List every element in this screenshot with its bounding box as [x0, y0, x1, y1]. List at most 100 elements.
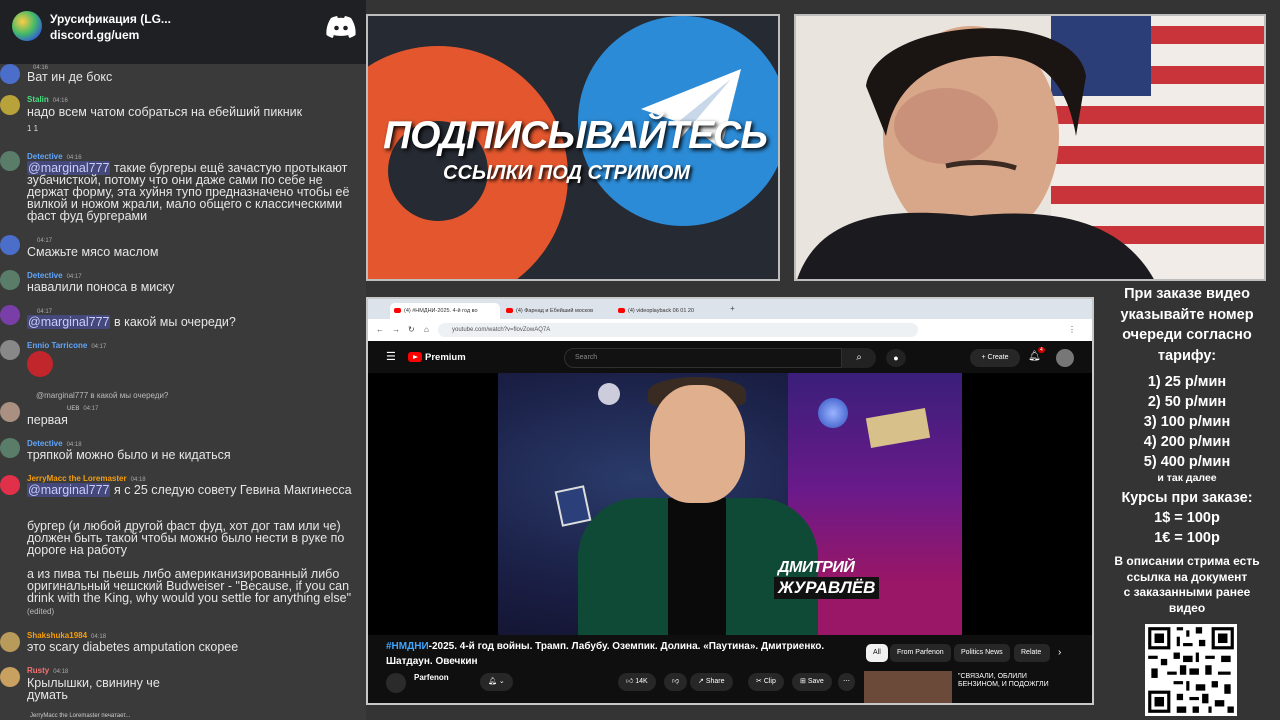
channel-avatar[interactable]	[386, 673, 406, 693]
avatar[interactable]	[0, 667, 20, 687]
hashtag-link[interactable]: #НМДНИ	[386, 641, 429, 652]
chevron-right-icon[interactable]: ›	[1058, 647, 1061, 658]
price-etc: и так далее	[1157, 472, 1217, 484]
username[interactable]: Detective 04:18	[27, 439, 82, 448]
webcam-feed	[794, 14, 1266, 281]
chip-all[interactable]: All	[866, 644, 888, 662]
search-icon[interactable]: ⌕	[842, 348, 876, 368]
message-text: @marginal777 я с 25 следую совету Гевина…	[27, 483, 365, 497]
tab-label: (4) videoplayback 06 01 20	[628, 308, 695, 314]
username-text: Stalin	[27, 95, 49, 104]
username[interactable]: Detective 04:17	[27, 271, 82, 280]
avatar[interactable]	[0, 64, 20, 84]
youtube-favicon-icon	[394, 308, 401, 313]
menu-icon[interactable]: ⋮	[1068, 325, 1076, 334]
chip-politics-news[interactable]: Politics News	[954, 644, 1010, 662]
timestamp: 04:17	[91, 344, 107, 350]
subscribe-title: ПОДПИСЫВАЙТЕСЬ	[383, 114, 768, 157]
description-line: видео	[1168, 600, 1206, 615]
message-text: бургер (и любой другой фаст фуд, хот дог…	[27, 519, 345, 557]
browser-window: (4) #НМДНИ-2025. 4-й год во (4) Фарнад и…	[366, 297, 1094, 705]
reply-preview[interactable]: @marginal777 в какой мы очереди?	[36, 390, 366, 402]
username-text: Shakshuka1984	[27, 631, 88, 640]
subscribe-subtitle: ССЫЛКИ ПОД СТРИМОМ	[443, 162, 691, 184]
typing-indicator: JerryMacc the Loremaster печатает...	[30, 713, 131, 719]
avatar[interactable]	[0, 235, 20, 255]
browser-tab[interactable]: (4) #НМДНИ-2025. 4-й год во	[390, 303, 500, 319]
chip-related[interactable]: Relate	[1014, 644, 1050, 662]
username[interactable]: Detective 04:16	[27, 152, 82, 161]
avatar[interactable]	[0, 340, 20, 360]
create-button[interactable]: + Create	[970, 349, 1020, 367]
forward-icon[interactable]: →	[392, 325, 400, 334]
browser-tab[interactable]: (4) Фарнад и Ебейший москов	[502, 303, 612, 319]
search-input[interactable]: Search	[564, 348, 842, 368]
save-button[interactable]: ⊞ Save	[792, 673, 832, 691]
tab-label: (4) Фарнад и Ебейший москов	[516, 308, 593, 314]
username[interactable]: Shakshuka1984 04:18	[27, 631, 106, 640]
avatar[interactable]	[0, 95, 20, 115]
timestamp: 04:16	[52, 98, 68, 104]
price-tier: 1) 25 р/мин	[1147, 374, 1227, 390]
description-line: с заказанными ранее	[1123, 585, 1251, 599]
like-button[interactable]: 👍︎ 14K	[618, 673, 656, 691]
price-tier: 4) 200 р/мин	[1143, 434, 1231, 450]
person-head	[650, 385, 745, 503]
avatar[interactable]	[0, 475, 20, 495]
more-actions-icon[interactable]: ⋯	[838, 673, 855, 691]
user-mention[interactable]: @marginal777	[27, 483, 111, 497]
message-body: а из пива ты пьешь либо американизирован…	[27, 567, 352, 605]
username[interactable]: Rusty 04:18	[27, 666, 68, 675]
microphone-icon[interactable]: ●	[886, 349, 906, 367]
message-text: Смажьте мясо маслом	[27, 245, 159, 259]
message-text: @marginal777 такие бургеры ещё зачастую …	[27, 161, 365, 222]
avatar[interactable]	[0, 632, 20, 652]
subscribed-bell-button[interactable]: 🔔︎ ⌄	[480, 673, 513, 691]
dislike-icon[interactable]: 👎︎	[664, 673, 688, 691]
notification-badge: 4	[1038, 347, 1045, 353]
username[interactable]: Stalin 04:16	[27, 95, 68, 104]
invite-link[interactable]: discord.gg/uem	[50, 28, 139, 42]
discord-logo-icon	[326, 16, 356, 38]
create-label: Create	[987, 354, 1009, 361]
avatar[interactable]	[0, 270, 20, 290]
user-mention[interactable]: @marginal777	[27, 315, 111, 329]
back-icon[interactable]: ←	[376, 325, 384, 334]
recommended-title[interactable]: "СВЯЗАЛИ, ОБЛИЛИ БЕНЗИНОМ, И ПОДОЖГЛИ	[958, 673, 1068, 689]
avatar[interactable]	[0, 151, 20, 171]
subscribe-banner: ПОДПИСЫВАЙТЕСЬ ССЫЛКИ ПОД СТРИМОМ	[366, 14, 780, 281]
message-header: UEB 04:17	[27, 403, 98, 412]
reload-icon[interactable]: ↻	[408, 325, 415, 334]
chip-from-channel[interactable]: From Parfenon	[890, 644, 951, 662]
video-player[interactable]: ДМИТРИЙ ЖУРАВЛЁВ	[368, 373, 1092, 635]
clip-button[interactable]: ✂ Clip	[748, 673, 784, 691]
video-title-text: -2025. 4-й год войны. Трамп. Лабубу. Озе…	[386, 641, 825, 667]
save-label: Save	[807, 678, 824, 685]
crystal-ball-icon	[818, 398, 848, 428]
share-button[interactable]: ↗ Share	[690, 673, 733, 691]
price-tier: 5) 400 р/мин	[1143, 454, 1231, 470]
hamburger-icon[interactable]: ☰	[386, 350, 396, 363]
url-field[interactable]: youtube.com/watch?v=flovZowAQ7A	[438, 323, 918, 337]
username[interactable]: Ennio Tarricone 04:17	[27, 341, 106, 350]
webcam-image	[796, 16, 1264, 279]
browser-tab[interactable]: (4) videoplayback 06 01 20	[614, 303, 724, 319]
avatar[interactable]	[0, 402, 20, 422]
tab-bar: (4) #НМДНИ-2025. 4-й год во (4) Фарнад и…	[368, 299, 1092, 319]
channel-name[interactable]: Parfenon	[414, 673, 449, 682]
recommended-thumbnail[interactable]	[864, 671, 952, 703]
account-avatar[interactable]	[1056, 349, 1074, 367]
username-text: Rusty	[27, 666, 50, 675]
home-icon[interactable]: ⌂	[424, 325, 429, 334]
avatar[interactable]	[0, 438, 20, 458]
server-icon[interactable]	[12, 11, 42, 41]
youtube-logo-icon[interactable]	[408, 352, 422, 362]
thumbnail-name-first: ДМИТРИЙ	[778, 559, 855, 576]
new-tab-icon[interactable]: +	[730, 304, 735, 313]
username[interactable]: JerryMacc the Loremaster 04:18	[27, 474, 146, 483]
reactions[interactable]: 1 1	[27, 123, 365, 135]
avatar[interactable]	[0, 305, 20, 325]
order-info-panel: При заказе видео указывайте номер очеред…	[1100, 284, 1274, 616]
username-text: Ennio Tarricone	[27, 341, 88, 350]
tarot-cards-icon	[554, 485, 592, 527]
